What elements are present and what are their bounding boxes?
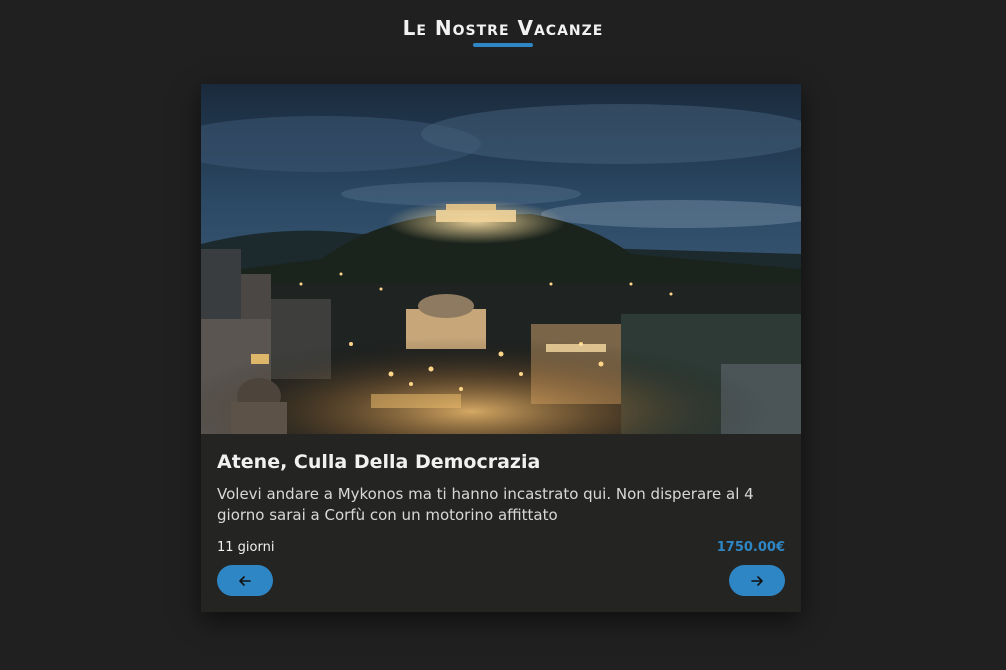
title-underline bbox=[473, 43, 533, 47]
next-button[interactable] bbox=[729, 565, 785, 596]
trip-description: Volevi andare a Mykonos ma ti hanno inca… bbox=[217, 485, 754, 524]
trip-title: Atene, Culla Della Democrazia bbox=[217, 451, 541, 473]
arrow-right-icon bbox=[751, 575, 763, 586]
carousel-nav bbox=[217, 565, 785, 596]
trip-price: 1750.00€ bbox=[716, 539, 785, 555]
previous-button[interactable] bbox=[217, 565, 273, 596]
header: Le Nostre Vacanze bbox=[0, 16, 1006, 47]
trip-card-body: Atene, Culla Della Democrazia Volevi and… bbox=[217, 450, 785, 526]
page-title: Le Nostre Vacanze bbox=[402, 16, 604, 40]
trip-meta: 11 giorni 1750.00€ bbox=[217, 538, 785, 556]
arrow-left-icon bbox=[239, 575, 251, 586]
trip-duration: 11 giorni bbox=[217, 539, 275, 555]
trip-image bbox=[201, 84, 801, 434]
trip-card: Atene, Culla Della Democrazia Volevi and… bbox=[201, 84, 801, 612]
